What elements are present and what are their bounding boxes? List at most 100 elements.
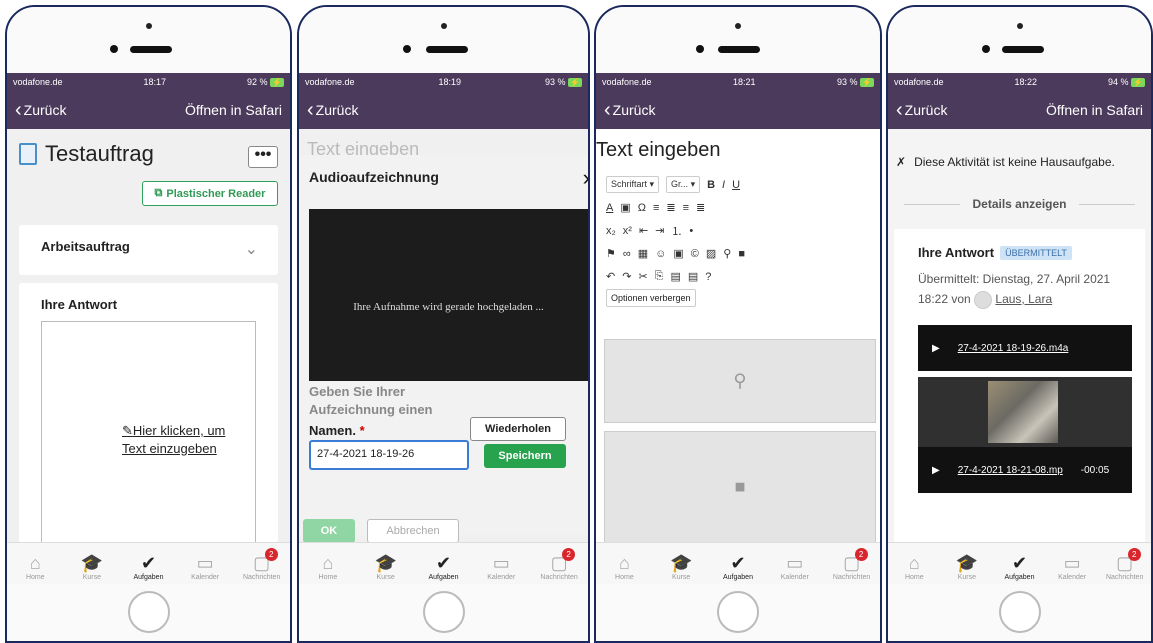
tab-home[interactable]: ⌂ Home <box>304 552 352 581</box>
tab-messages[interactable]: ▢ 2 Nachrichten <box>828 548 876 581</box>
hide-options-button[interactable]: Optionen verbergen <box>606 289 696 307</box>
undo-icon[interactable]: ↶ <box>606 270 615 283</box>
play-icon[interactable]: ▶ <box>932 343 940 354</box>
align-right-icon[interactable]: ≡ <box>683 202 689 214</box>
emoji-icon[interactable]: ☺ <box>655 248 666 260</box>
user-link[interactable]: Laus, Lara <box>995 292 1052 306</box>
underline-icon[interactable]: U <box>732 179 740 191</box>
paste-icon[interactable]: ▤ <box>670 270 680 283</box>
battery-icon: ⚡ <box>860 78 874 87</box>
save-button[interactable]: Speichern <box>484 444 566 468</box>
close-icon[interactable]: › <box>583 165 588 191</box>
tab-calendar[interactable]: ▭ Kalender <box>477 552 525 581</box>
back-button[interactable]: ‹ Zurück <box>307 100 358 120</box>
tab-home[interactable]: ⌂ Home <box>11 552 59 581</box>
flag-icon[interactable]: ⚑ <box>606 247 616 260</box>
highlight-icon[interactable]: ▣ <box>620 201 630 214</box>
home-button[interactable] <box>127 591 170 633</box>
toolbar-row: Schriftart ▾ Gr... ▾ B I U <box>602 173 876 196</box>
click-to-edit-link[interactable]: ✎Hier klicken, um Text einzugeben <box>122 422 242 458</box>
tab-courses[interactable]: 🎓 Kurse <box>657 552 705 581</box>
clock: 18:22 <box>1014 77 1038 87</box>
paste-text-icon[interactable]: ▤ <box>688 270 698 283</box>
link-icon[interactable]: ∞ <box>623 248 631 260</box>
justify-icon[interactable]: ≣ <box>696 201 705 214</box>
retry-button[interactable]: Wiederholen <box>470 417 566 441</box>
tab-courses[interactable]: 🎓 Kurse <box>943 552 991 581</box>
tab-tasks[interactable]: ✔ Aufgaben <box>995 552 1043 581</box>
back-button[interactable]: ‹ Zurück <box>15 99 66 121</box>
copyright-icon[interactable]: © <box>691 248 699 260</box>
tab-bar: ⌂ Home 🎓 Kurse ✔ Aufgaben ▭ Kalender ▢ 2 Nachr… <box>596 542 880 584</box>
tab-messages[interactable]: ▢ 2 Nachrichten <box>1101 548 1149 581</box>
tab-calendar[interactable]: ▭ Kalender <box>1048 552 1096 581</box>
numbered-list-icon[interactable]: ⒈ <box>671 223 682 239</box>
tab-courses[interactable]: 🎓 Kurse <box>68 552 116 581</box>
details-toggle[interactable]: Details anzeigen <box>888 197 1151 211</box>
text-editor-area[interactable]: ✎Hier klicken, um Text einzugeben <box>41 321 256 543</box>
tab-tasks[interactable]: ✔ Aufgaben <box>419 552 467 581</box>
chevron-left-icon: ‹ <box>15 99 22 121</box>
tab-calendar[interactable]: ▭ Kalender <box>181 552 229 581</box>
font-select[interactable]: Schriftart ▾ <box>606 176 660 193</box>
superscript-icon[interactable]: x² <box>623 225 632 237</box>
omega-icon[interactable]: Ω <box>638 202 646 214</box>
tab-courses[interactable]: 🎓 Kurse <box>362 552 410 581</box>
italic-icon[interactable]: I <box>722 179 725 191</box>
tab-messages[interactable]: ▢ 2 Nachrichten <box>238 548 286 581</box>
play-icon[interactable]: ▶ <box>932 465 940 476</box>
text-color-icon[interactable]: A <box>606 202 613 214</box>
tab-tasks[interactable]: ✔ Aufgaben <box>124 552 172 581</box>
audio-player[interactable]: ▶ 27-4-2021 18-19-26.m4a <box>918 325 1132 371</box>
editor-heading: Text eingeben <box>596 139 721 161</box>
size-select[interactable]: Gr... ▾ <box>666 176 701 193</box>
immersive-reader-button[interactable]: ⧉ Plastischer Reader <box>142 181 278 206</box>
tab-bar: ⌂ Home 🎓 Kurse ✔ Aufgaben ▭ Kalender ▢ 2 Nachr… <box>888 542 1151 584</box>
tab-home[interactable]: ⌂ Home <box>600 552 648 581</box>
more-options-button[interactable]: ••• <box>248 146 278 168</box>
cancel-button[interactable]: Abbrechen <box>367 519 459 543</box>
home-icon: ⌂ <box>618 553 630 573</box>
align-center-icon[interactable]: ≣ <box>666 201 675 214</box>
outdent-icon[interactable]: ⇤ <box>639 224 648 237</box>
cut-icon[interactable]: ✂ <box>638 270 647 283</box>
nav-bar: ‹ Zurück Öffnen in Safari <box>7 91 290 129</box>
video-icon[interactable]: ■ <box>738 248 745 260</box>
recording-name-input[interactable]: 27-4-2021 18-19-26 <box>309 440 469 470</box>
tab-home[interactable]: ⌂ Home <box>890 552 938 581</box>
indent-icon[interactable]: ⇥ <box>655 224 664 237</box>
audio-attachment[interactable]: ⚲ <box>604 339 876 423</box>
tab-calendar[interactable]: ▭ Kalender <box>771 552 819 581</box>
video-attachment[interactable]: ■ <box>604 431 876 543</box>
align-left-icon[interactable]: ≡ <box>653 202 659 214</box>
subscript-icon[interactable]: x₂ <box>606 225 616 237</box>
home-button[interactable] <box>998 591 1041 633</box>
graduation-cap-icon: 🎓 <box>374 553 397 573</box>
open-in-safari-button[interactable]: Öffnen in Safari <box>1046 102 1143 118</box>
sensor-dot <box>403 45 411 53</box>
tab-tasks[interactable]: ✔ Aufgaben <box>714 552 762 581</box>
redo-icon[interactable]: ↷ <box>622 270 631 283</box>
microphone-icon[interactable]: ⚲ <box>723 247 731 260</box>
tab-messages[interactable]: ▢ 2 Nachrichten <box>535 548 583 581</box>
help-icon[interactable]: ? <box>705 271 711 283</box>
bold-icon[interactable]: B <box>707 179 715 191</box>
bullet-list-icon[interactable]: • <box>689 225 693 237</box>
home-button[interactable] <box>717 591 759 633</box>
back-button[interactable]: ‹ Zurück <box>604 100 655 120</box>
video-player[interactable]: ▶ 27-4-2021 18-21-08.mp -00:05 <box>918 377 1132 493</box>
home-button[interactable] <box>422 591 465 633</box>
image-icon[interactable]: ▨ <box>706 247 716 260</box>
copy-icon[interactable]: ⎘ <box>655 270 664 283</box>
video-file-link[interactable]: 27-4-2021 18-21-08.mp <box>958 465 1063 476</box>
table-icon[interactable]: ▦ <box>638 247 648 260</box>
open-in-safari-button[interactable]: Öffnen in Safari <box>185 102 282 118</box>
media-icon[interactable]: ▣ <box>673 247 683 260</box>
tab-bar: ⌂ Home 🎓 Kurse ✔ Aufgaben ▭ Kalender ▢ 2 Nachr… <box>299 542 588 584</box>
ok-button[interactable]: OK <box>303 519 355 543</box>
audio-file-link[interactable]: 27-4-2021 18-19-26.m4a <box>958 343 1069 354</box>
assignment-section[interactable]: Arbeitsauftrag ⌄ <box>19 225 278 275</box>
unread-badge: 2 <box>854 548 868 561</box>
back-button[interactable]: ‹ Zurück <box>896 100 947 120</box>
sensor-dot <box>982 45 990 53</box>
